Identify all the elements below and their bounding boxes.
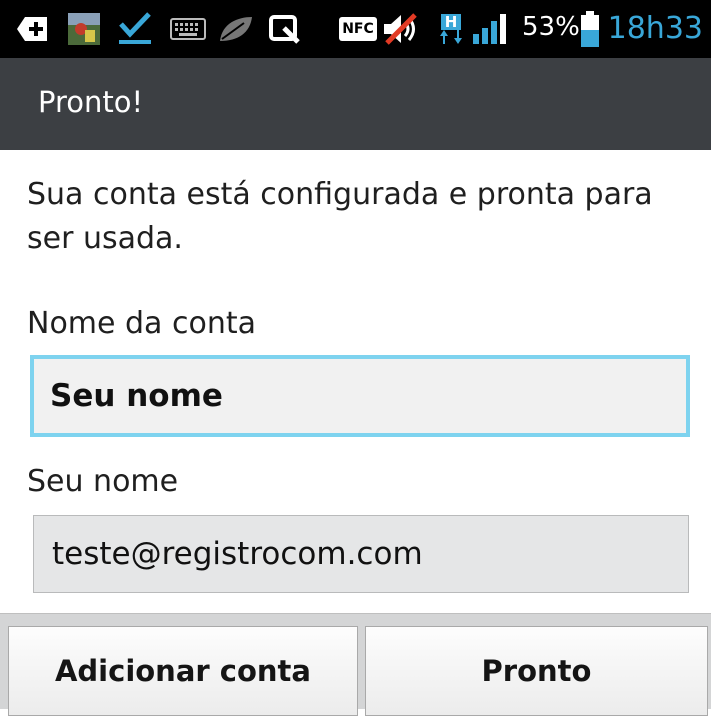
mute-icon (380, 13, 422, 45)
button-bar: Adicionar conta Pronto (0, 613, 711, 716)
account-name-input[interactable]: Seu nome (30, 355, 690, 437)
account-name-label: Nome da conta (27, 306, 256, 341)
qslide-icon (264, 13, 304, 45)
keyboard-icon (168, 13, 208, 45)
hspa-data-icon: H (437, 13, 465, 45)
add-account-button[interactable]: Adicionar conta (8, 626, 358, 716)
clock: 18h33 (607, 11, 703, 46)
your-name-label: Seu nome (27, 464, 179, 499)
battery-icon (578, 11, 602, 47)
page-title: Pronto! (38, 85, 144, 119)
leaf-icon (216, 13, 256, 45)
nfc-icon: NFC (339, 13, 377, 45)
photo-thumbnail-icon (66, 13, 102, 45)
your-name-input[interactable]: teste@registrocom.com (33, 515, 689, 593)
download-check-icon (115, 12, 155, 45)
status-bar: NFC H 53% 18h33 (0, 0, 711, 58)
plus-notification-icon (14, 13, 50, 45)
setup-complete-message: Sua conta está configurada e pronta para… (27, 177, 653, 256)
action-bar: Pronto! (0, 58, 711, 150)
done-button[interactable]: Pronto (365, 626, 708, 716)
battery-percent: 53% (522, 12, 580, 42)
signal-icon (470, 13, 512, 45)
